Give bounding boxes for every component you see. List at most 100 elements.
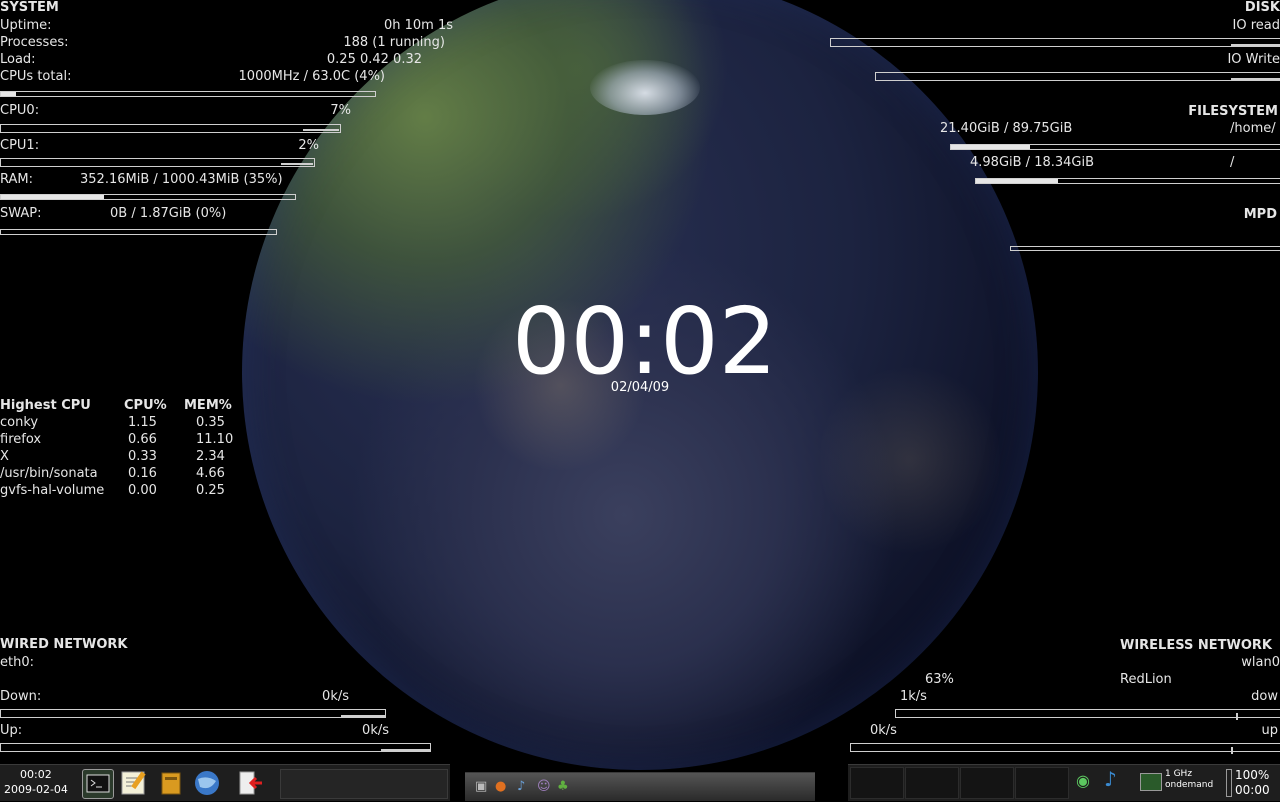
disk-title: DISK (1244, 0, 1280, 15)
wired-title: WIRED NETWORK (0, 637, 128, 652)
home-mount: /home/ (1230, 121, 1276, 136)
wired-up-value: 0k/s (362, 723, 389, 738)
process-mem: 11.10 (196, 432, 234, 447)
filesystem-title: FILESYSTEM (1188, 104, 1278, 119)
wireless-essid: RedLion (1120, 672, 1172, 687)
wireless-title: WIRELESS NETWORK (1119, 638, 1272, 653)
root-usage: 4.98GiB / 18.34GiB (970, 155, 1095, 170)
process-cpu: 0.33 (128, 449, 157, 464)
process-name: firefox (0, 432, 42, 447)
music-launcher-icon[interactable]: ♪ (517, 779, 525, 795)
mpd-progress-bar (1010, 246, 1280, 251)
terminal-launcher-icon[interactable]: ▣ (475, 779, 487, 795)
ice-cap (590, 60, 700, 115)
io-read-graph (830, 38, 1280, 47)
terminal-icon[interactable] (82, 769, 114, 799)
clover-launcher-icon[interactable]: ♣ (557, 779, 569, 795)
workspace-4[interactable] (1015, 767, 1069, 799)
home-bar (950, 144, 1280, 150)
workspace-1[interactable] (850, 767, 904, 799)
process-mem: 2.34 (196, 449, 225, 464)
swap-value: 0B / 1.87GiB (0%) (110, 206, 227, 221)
process-mem: 0.35 (196, 415, 225, 430)
uptime-value: 0h 10m 1s (383, 18, 453, 33)
wireless-down-value: 1k/s (900, 689, 927, 704)
swap-label: SWAP: (0, 206, 42, 221)
wired-iface: eth0: (0, 655, 34, 670)
cpu1-label: CPU1: (0, 138, 40, 153)
processes-label: Processes: (0, 35, 69, 50)
cpus-value: 1000MHz / 63.0C (4%) (238, 69, 385, 84)
center-launcher: ▣ ● ♪ ☺ ♣ (465, 772, 815, 801)
wired-up-label: Up: (0, 723, 23, 738)
wired-up-graph (0, 743, 431, 752)
process-cpu: 0.66 (128, 432, 157, 447)
ram-label: RAM: (0, 172, 33, 187)
file-manager-icon[interactable] (156, 769, 186, 797)
process-cpu: 1.15 (128, 415, 157, 430)
wireless-signal: 63% (925, 672, 954, 687)
cpu1-value: 2% (298, 138, 319, 153)
music-tray-icon[interactable]: ♪ (1104, 769, 1117, 789)
firefox-launcher-icon[interactable]: ● (495, 779, 506, 795)
root-mount: / (1230, 155, 1235, 170)
process-mem: 0.25 (196, 483, 225, 498)
cpufreq-icon (1140, 773, 1162, 791)
battery-icon (1226, 769, 1232, 797)
desktop-date: 02/04/09 (610, 380, 670, 395)
cpufreq-value[interactable]: 1 GHz (1165, 769, 1192, 780)
process-cpu: 0.00 (128, 483, 157, 498)
workspace-3[interactable] (960, 767, 1014, 799)
io-write-label: IO Write (1227, 52, 1280, 67)
logout-icon[interactable] (236, 769, 266, 797)
mpd-title: MPD (1243, 207, 1277, 222)
cpu0-value: 7% (330, 103, 351, 118)
uptime-label: Uptime: (0, 18, 52, 33)
process-name: gvfs-hal-volume (0, 483, 105, 498)
left-panel: 00:02 2009-02-04 (0, 764, 450, 801)
wireless-down-graph (895, 709, 1280, 720)
chat-tray-icon[interactable]: ◉ (1076, 773, 1090, 789)
web-browser-icon[interactable] (192, 769, 222, 797)
wireless-down-label: dow (1251, 689, 1278, 704)
wireless-iface: wlan0 (1241, 655, 1280, 670)
panel-clock-date[interactable]: 2009-02-04 (4, 783, 68, 796)
wireless-up-graph (850, 743, 1280, 754)
system-title: SYSTEM (0, 0, 59, 15)
task-list[interactable] (280, 769, 448, 799)
panel-clock-time[interactable]: 00:02 (20, 768, 52, 781)
wired-down-graph (0, 709, 386, 718)
process-name: X (0, 449, 9, 464)
cpus-label: CPUs total: (0, 69, 72, 84)
ram-value: 352.16MiB / 1000.43MiB (35%) (80, 172, 283, 187)
top-title: Highest CPU (0, 398, 91, 413)
chat-launcher-icon[interactable]: ☺ (537, 779, 551, 795)
wireless-up-value: 0k/s (870, 723, 897, 738)
ram-bar (0, 194, 296, 200)
wireless-up-label: up (1261, 723, 1279, 738)
process-name: conky (0, 415, 39, 430)
io-write-graph (875, 72, 1280, 81)
cpus-bar (0, 91, 376, 97)
cpu0-graph (0, 124, 341, 133)
wired-down-value: 0k/s (322, 689, 349, 704)
battery-time[interactable]: 00:00 (1235, 783, 1270, 797)
cpu0-label: CPU0: (0, 103, 40, 118)
cpufreq-governor[interactable]: ondemand (1165, 780, 1213, 791)
text-editor-icon[interactable] (118, 769, 148, 797)
root-bar (975, 178, 1280, 184)
top-col-cpu: CPU% (124, 398, 167, 413)
wired-down-label: Down: (0, 689, 42, 704)
load-label: Load: (0, 52, 36, 67)
cpu1-graph (0, 158, 315, 167)
desktop-clock: 00:02 (512, 288, 778, 395)
right-panel: ◉ ♪ 1 GHz ondemand 100% 00:00 (848, 764, 1280, 801)
process-cpu: 0.16 (128, 466, 157, 481)
workspace-2[interactable] (905, 767, 959, 799)
process-mem: 4.66 (196, 466, 225, 481)
swap-bar (0, 229, 277, 235)
top-col-mem: MEM% (184, 398, 232, 413)
battery-percent[interactable]: 100% (1235, 768, 1269, 782)
process-name: /usr/bin/sonata (0, 466, 98, 481)
io-read-label: IO read (1232, 18, 1280, 33)
